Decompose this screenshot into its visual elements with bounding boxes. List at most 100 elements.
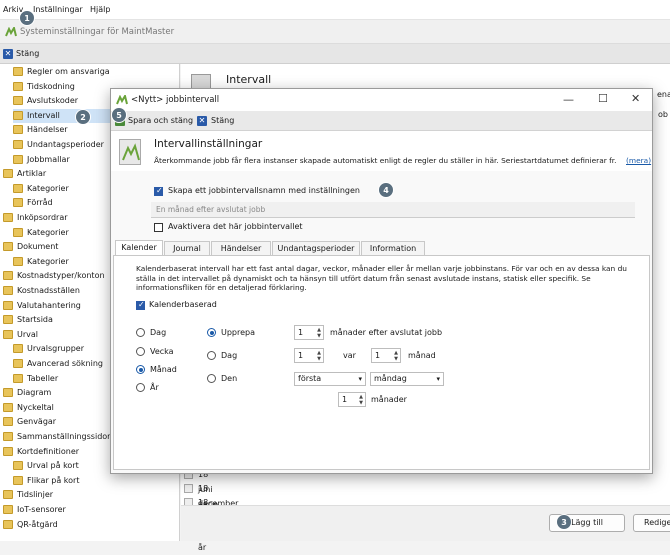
tab-information[interactable]: Information [361, 241, 425, 255]
folder-icon [3, 315, 13, 325]
tree-item-label: Kortdefinitioner [17, 446, 80, 456]
day-stepper[interactable]: 1 ▲ ▼ [294, 348, 324, 363]
tree-item-label: Undantagsperioder [27, 140, 104, 149]
tree-item-label: Tabeller [27, 373, 59, 383]
folder-icon [3, 402, 13, 412]
save-close-button[interactable]: Spara och stäng [128, 116, 193, 125]
radio-week[interactable] [136, 347, 145, 356]
tab-handelser[interactable]: Händelser [211, 241, 271, 255]
the-month-stepper[interactable]: 1 ▲ ▼ [338, 392, 366, 407]
calendar-panel: Kalenderbaserat intervall har ett fast a… [113, 255, 650, 470]
tree-item[interactable]: Flikar på kort [13, 474, 176, 488]
weekday-select[interactable]: måndag ▾ [370, 372, 444, 386]
minimize-icon[interactable]: — [563, 93, 574, 106]
tree-item-label: Avslutskoder [27, 96, 79, 106]
folder-icon [13, 125, 23, 135]
document-icon [119, 139, 141, 165]
edit-button[interactable]: Redige [633, 514, 670, 532]
tree-item-label: Kategorier [27, 227, 69, 237]
tree-item[interactable]: QR-åtgärd [3, 518, 176, 532]
repeat-stepper[interactable]: 1 ▲ ▼ [294, 325, 324, 340]
dialog-description: Återkommande jobb får flera instanser sk… [154, 156, 616, 165]
tree-item-label: Intervall [27, 110, 60, 120]
right-fragment-2: ob [658, 110, 668, 119]
tree-item-label: Kostnadsställen [17, 286, 80, 295]
tab-journal[interactable]: Journal [164, 241, 210, 255]
tab-kalender[interactable]: Kalender [115, 240, 163, 256]
calendar-based-checkbox[interactable] [136, 300, 145, 310]
close-button[interactable]: Stäng [16, 49, 39, 58]
interval-dialog: <Nytt> jobbintervall — ☐ ✕ Spara och stä… [110, 88, 653, 474]
folder-icon [13, 110, 23, 120]
radio-day[interactable] [136, 328, 145, 337]
folder-icon [13, 154, 23, 164]
radio-year-label: År [150, 383, 159, 392]
menu-hjalp[interactable]: Hjälp [90, 5, 110, 14]
radio-month-label: Månad [150, 365, 177, 374]
calendar-description: Kalenderbaserat intervall har ett fast a… [136, 264, 627, 293]
step-badge-1: 1 [19, 10, 35, 26]
maximize-icon[interactable]: ☐ [598, 92, 608, 105]
radio-month[interactable] [136, 365, 145, 374]
folder-icon [13, 183, 23, 193]
the-label: Den [221, 374, 238, 383]
name-field[interactable]: En månad efter avslutat jobb [151, 202, 635, 218]
radio-repeat[interactable] [207, 328, 216, 337]
dialog-title: <Nytt> jobbintervall [131, 95, 220, 105]
dialog-title-bar: <Nytt> jobbintervall — ☐ ✕ [111, 89, 652, 111]
tree-item[interactable]: Tidslinjer [3, 488, 176, 502]
folder-icon [3, 169, 13, 179]
day-month-stepper[interactable]: 1 ▲ ▼ [371, 348, 401, 363]
right-title: Intervall [226, 73, 272, 86]
window-close-icon[interactable]: ✕ [631, 92, 640, 105]
folder-icon [13, 140, 23, 149]
bottom-bar: Lägg till Redige [181, 505, 670, 541]
tree-item-label: Tidskodning [27, 81, 75, 91]
folder-icon [13, 198, 23, 208]
tree-item-label: IoT-sensorer [17, 505, 66, 514]
close-icon: ✕ [3, 49, 13, 59]
tree-item-label: Kategorier [27, 183, 69, 193]
menu-installningar[interactable]: Inställningar [33, 5, 83, 14]
dialog-close-button[interactable]: Stäng [211, 116, 234, 125]
app-title-bar: Systeminställningar för MaintMaster [0, 20, 670, 44]
step-badge-2: 2 [75, 109, 91, 125]
tree-item-label: Händelser [27, 125, 68, 135]
step-badge-4: 4 [378, 182, 394, 198]
tree-item-label: Flikar på kort [27, 475, 80, 485]
folder-icon [3, 242, 13, 252]
radio-day-of[interactable] [207, 351, 216, 360]
step-badge-5: 5 [111, 107, 127, 123]
folder-icon [3, 213, 13, 222]
tree-item-label: Jobbmallar [27, 154, 70, 164]
close-icon: ✕ [197, 116, 207, 126]
folder-icon [13, 373, 23, 383]
day-var-label: var [343, 351, 356, 360]
tree-item-label: Inköpsordrar [17, 213, 68, 222]
ordinal-select[interactable]: första ▾ [294, 372, 366, 386]
tree-item-label: Dokument [17, 242, 59, 252]
tree-item-label: Genvägar [17, 417, 57, 427]
more-link[interactable]: (mera) [626, 156, 651, 165]
folder-icon [3, 519, 13, 529]
create-name-checkbox[interactable] [154, 186, 163, 196]
folder-icon [3, 417, 13, 427]
step-badge-3: 3 [556, 514, 572, 530]
app-logo-icon [5, 25, 17, 37]
tree-item[interactable]: IoT-sensorer [3, 503, 176, 517]
folder-icon [3, 505, 13, 514]
folder-icon [3, 300, 13, 310]
tree-item-label: Urval på kort [27, 461, 79, 471]
folder-icon [13, 67, 23, 76]
day-month-suffix: månad [408, 351, 436, 360]
tab-undantagsperioder[interactable]: Undantagsperioder [272, 241, 360, 255]
folder-icon [3, 329, 13, 339]
dialog-header: Intervallinställningar Återkommande jobb… [111, 131, 652, 171]
repeat-label: Upprepa [221, 328, 256, 337]
dialog-heading: Intervallinställningar [154, 138, 263, 150]
deactivate-checkbox[interactable] [154, 223, 163, 232]
tree-item[interactable]: Regler om ansvariga [13, 65, 176, 79]
radio-the[interactable] [207, 374, 216, 383]
radio-year[interactable] [136, 383, 145, 392]
tree-item-label: Tidslinjer [17, 490, 54, 500]
